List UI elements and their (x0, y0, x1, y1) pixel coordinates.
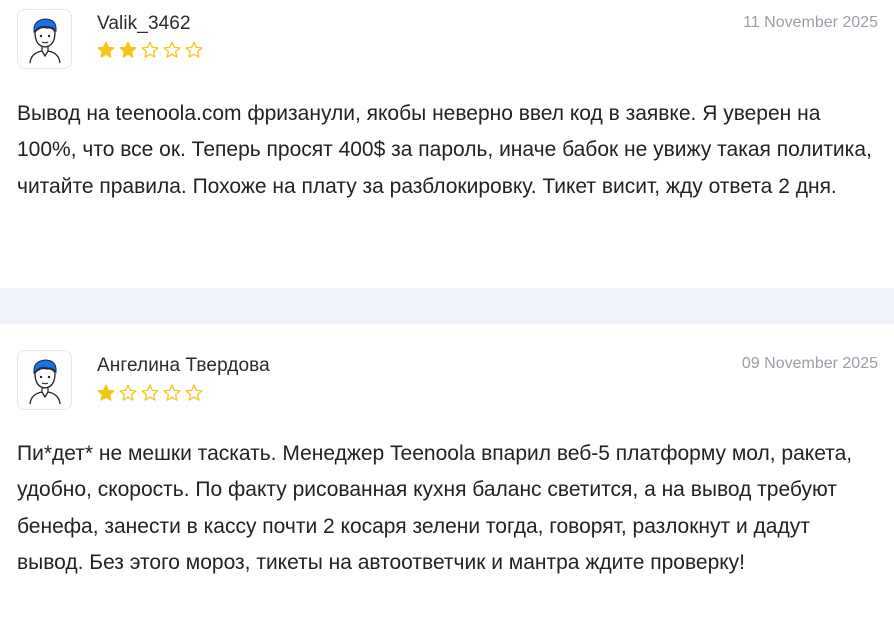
user-avatar-icon (28, 18, 61, 64)
star-filled-icon (97, 384, 115, 401)
star-rating (97, 41, 203, 59)
star-empty-icon (185, 384, 203, 401)
review-date: 09 November 2025 (741, 355, 878, 372)
star-empty-icon (163, 384, 181, 401)
avatar (17, 9, 72, 69)
review-date: 11 November 2025 (743, 14, 878, 31)
star-rating (97, 384, 203, 402)
review-card: Ангелина Твердова 09 November 2025 Пи*де… (0, 324, 894, 634)
review-author[interactable]: Valik_3462 (97, 13, 191, 35)
star-empty-icon (185, 41, 203, 58)
star-filled-icon (97, 41, 115, 58)
review-divider (0, 288, 894, 324)
review-card: Valik_3462 11 November 2025 Вывод на tee… (0, 0, 894, 288)
review-author[interactable]: Ангелина Твердова (97, 355, 270, 377)
star-empty-icon (141, 384, 159, 401)
review-text: Вывод на teenoola.com фризанули, якобы н… (17, 102, 872, 198)
star-empty-icon (163, 41, 181, 58)
user-avatar-icon (28, 359, 61, 405)
review-text: Пи*дет* не мешки таскать. Менеджер Teeno… (17, 442, 853, 574)
star-filled-icon (119, 41, 137, 58)
star-empty-icon (119, 384, 137, 401)
star-empty-icon (141, 41, 159, 58)
avatar (17, 350, 72, 410)
